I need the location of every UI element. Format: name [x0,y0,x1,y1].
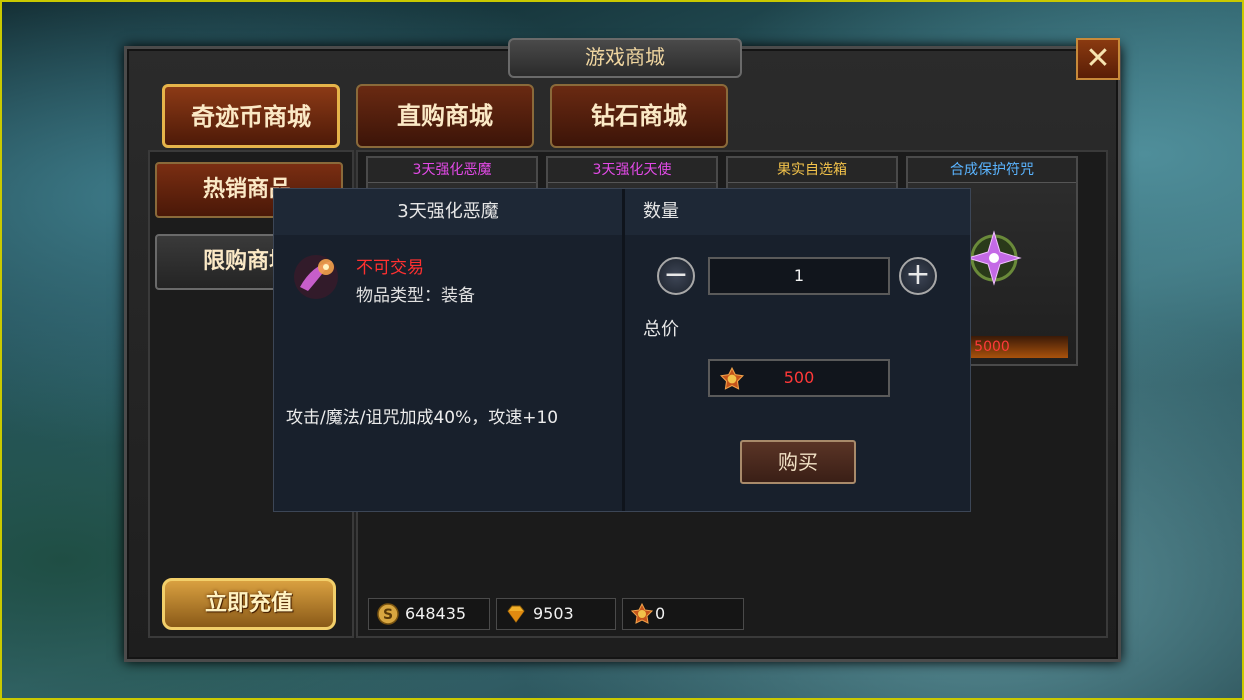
svg-text:S: S [383,607,393,623]
gold-coin-icon: S [377,603,399,625]
window-title: 游戏商城 [508,38,742,78]
trade-status: 不可交易 [356,258,424,278]
diamond-balance: 9503 [496,598,616,630]
plus-icon: + [905,257,931,292]
miracle-coin-balance: 0 [622,598,744,630]
gold-coin-balance: S 648435 [368,598,490,630]
increase-button[interactable]: + [899,257,937,295]
tab-direct-purchase-shop[interactable]: 直购商城 [356,84,534,148]
total-price-label: 总价 [643,319,679,340]
item-info-panel: 3天强化恶魔 不可交易 物品类型：装备 攻击/魔法/诅咒加成40%，攻速+10 [274,189,625,511]
tab-miracle-coin-shop[interactable]: 奇迹币商城 [162,84,340,148]
tab-diamond-shop[interactable]: 钻石商城 [550,84,728,148]
quantity-input[interactable]: 1 [708,257,890,295]
buy-button[interactable]: 购买 [740,440,856,484]
item-name: 合成保护符咒 [908,158,1076,183]
item-name: 3天强化恶魔 [368,158,536,183]
item-description: 攻击/魔法/诅咒加成40%，攻速+10 [286,408,559,428]
recharge-button[interactable]: 立即充值 [162,578,336,630]
item-icon [286,247,346,307]
item-name: 果实自选箱 [728,158,896,183]
total-price-box: 500 [708,359,890,397]
close-button[interactable]: ✕ [1076,38,1120,80]
diamond-icon [507,605,525,623]
close-icon: ✕ [1085,41,1111,76]
item-name: 3天强化天使 [548,158,716,183]
dialog-item-title: 3天强化恶魔 [274,189,622,235]
quantity-label: 数量 [643,201,679,222]
minus-icon: − [663,257,689,292]
miracle-coin-icon [631,603,653,624]
decrease-button[interactable]: − [657,257,695,295]
item-type: 物品类型：装备 [356,286,475,306]
purchase-dialog: 3天强化恶魔 不可交易 物品类型：装备 攻击/魔法/诅咒加成40%，攻速+10 … [273,188,971,512]
purchase-panel: 数量 − 1 + 总价 500 购买 [625,189,970,511]
total-price-value: 500 [783,368,815,387]
